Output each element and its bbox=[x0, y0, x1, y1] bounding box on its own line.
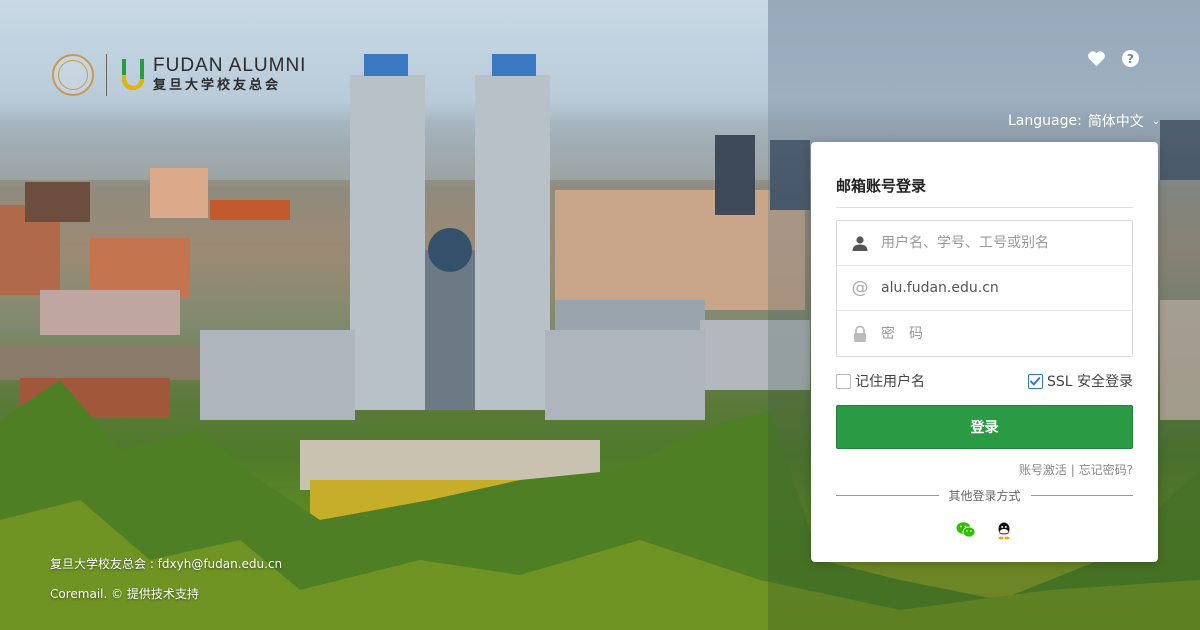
wechat-icon[interactable] bbox=[956, 520, 976, 540]
ssl-label: SSL 安全登录 bbox=[1046, 374, 1133, 390]
at-icon: @ bbox=[851, 278, 869, 298]
account-links: 账号激活 | 忘记密码? bbox=[836, 461, 1133, 478]
social-login bbox=[836, 520, 1133, 540]
brand-name-en: FUDAN ALUMNI bbox=[153, 55, 307, 76]
footer-contact: 复旦大学校友总会 : fdxyh@fudan.edu.cn bbox=[50, 557, 283, 571]
help-icon[interactable]: ? bbox=[1120, 48, 1140, 68]
university-seal-icon bbox=[52, 54, 94, 96]
username-field bbox=[837, 221, 1132, 266]
language-value: 简体中文 bbox=[1087, 114, 1144, 130]
remember-checkbox-box[interactable] bbox=[836, 373, 851, 389]
login-title: 邮箱账号登录 bbox=[836, 142, 1133, 208]
username-input[interactable] bbox=[881, 235, 1132, 251]
ssl-login-checkbox[interactable]: SSL 安全登录 bbox=[1027, 371, 1133, 391]
brand-logo[interactable]: FUDAN ALUMNI 复旦大学校友总会 bbox=[52, 53, 306, 97]
mail-domain: alu.fudan.edu.cn bbox=[881, 280, 999, 296]
remember-username-checkbox[interactable]: 记住用户名 bbox=[836, 371, 925, 391]
activate-account-link[interactable]: 账号激活 bbox=[1019, 463, 1067, 477]
qq-icon[interactable] bbox=[994, 520, 1014, 540]
top-right-actions: ? bbox=[1086, 48, 1140, 68]
forgot-password-link[interactable]: 忘记密码? bbox=[1079, 463, 1133, 477]
login-button[interactable]: 登录 bbox=[836, 405, 1133, 449]
login-form: @ alu.fudan.edu.cn bbox=[836, 220, 1133, 357]
svg-text:?: ? bbox=[1126, 51, 1133, 65]
lock-icon bbox=[851, 325, 869, 343]
brand-name-cn: 复旦大学校友总会 bbox=[153, 78, 282, 93]
password-field bbox=[837, 311, 1132, 356]
remember-label: 记住用户名 bbox=[855, 374, 925, 390]
other-login-divider: 其他登录方式 bbox=[836, 487, 1134, 504]
chevron-down-icon: ⌄ bbox=[1151, 115, 1161, 127]
other-login-label: 其他登录方式 bbox=[948, 489, 1021, 503]
language-selector[interactable]: Language: 简体中文 ⌄ bbox=[1008, 111, 1160, 131]
domain-field[interactable]: @ alu.fudan.edu.cn bbox=[837, 266, 1132, 311]
u-logo-icon bbox=[122, 59, 144, 90]
footer-powered-by: Coremail. © 提供技术支持 bbox=[50, 587, 199, 601]
language-label: Language: bbox=[1008, 113, 1082, 129]
user-icon bbox=[851, 234, 869, 252]
link-separator: | bbox=[1070, 463, 1075, 477]
password-input[interactable] bbox=[881, 325, 1132, 342]
login-card: 邮箱账号登录 @ alu.fudan.edu.cn 记住用户名 bbox=[811, 142, 1158, 562]
heart-icon[interactable] bbox=[1086, 48, 1106, 68]
logo-divider bbox=[106, 54, 107, 96]
ssl-checkbox-box[interactable] bbox=[1027, 373, 1043, 389]
